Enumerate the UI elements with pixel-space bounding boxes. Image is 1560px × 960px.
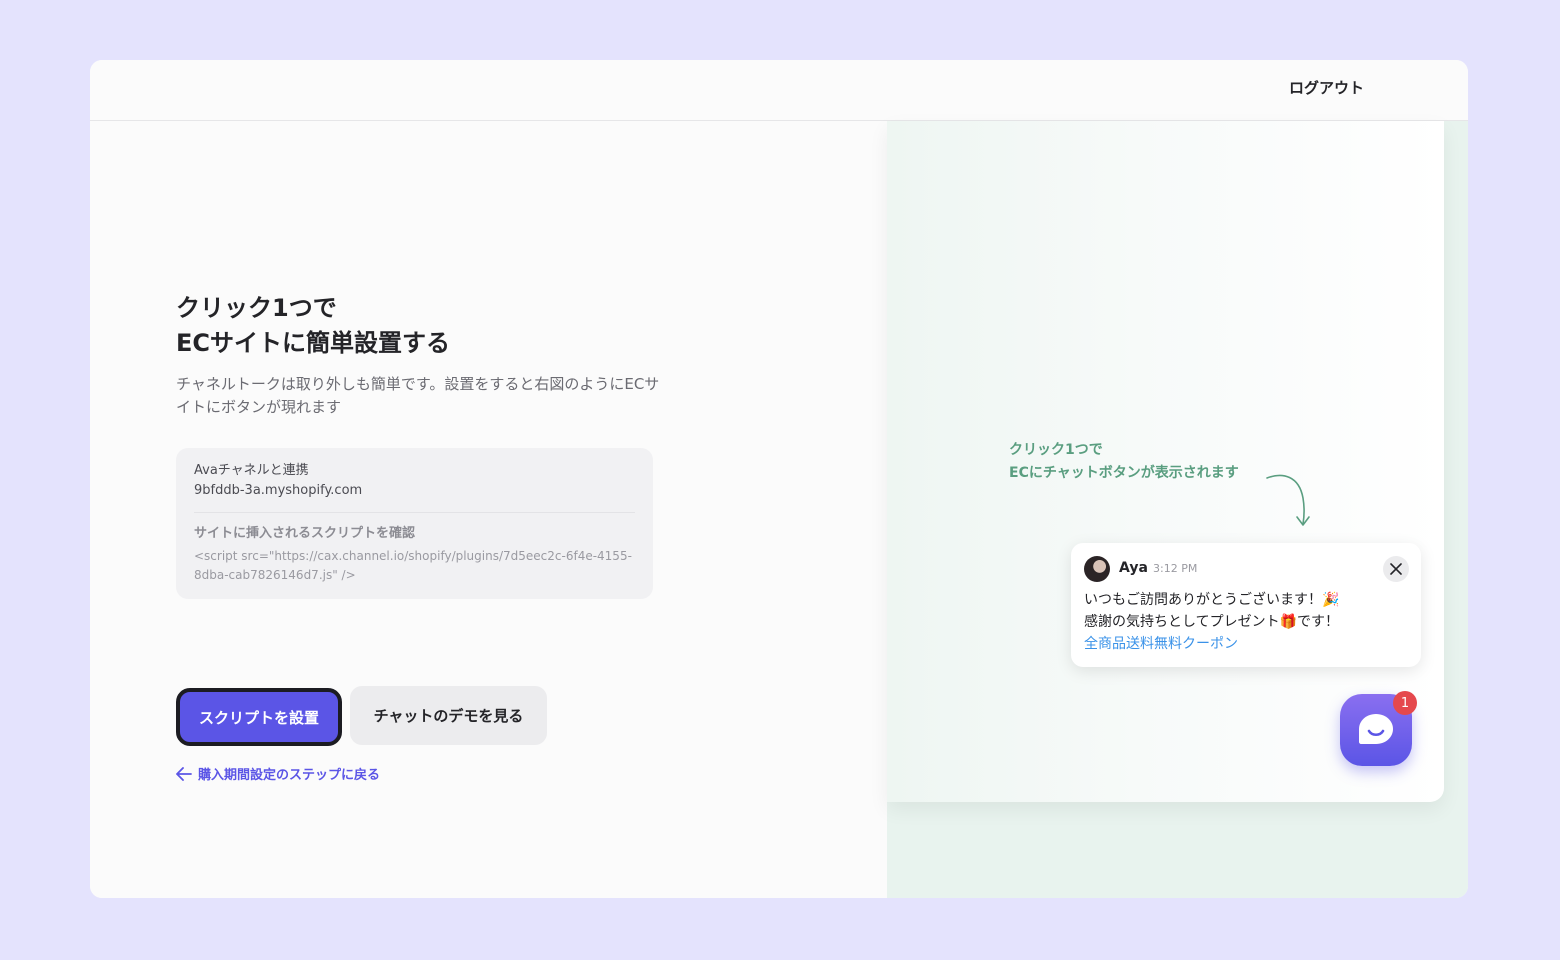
annotation-line-2: ECにチャットボタンが表示されます bbox=[1009, 465, 1239, 481]
view-chat-demo-button[interactable]: チャットのデモを見る bbox=[350, 686, 547, 745]
message-body: いつもご訪問ありがとうございます！🎉 感謝の気持ちとしてプレゼント🎁です！ 全商… bbox=[1084, 589, 1339, 655]
close-icon bbox=[1390, 563, 1402, 575]
logout-button[interactable]: ログアウト bbox=[1289, 77, 1364, 98]
script-label: サイトに挿入されるスクリプトを確認 bbox=[194, 526, 416, 541]
page-title: クリック1つで ECサイトに簡単設置する bbox=[176, 291, 450, 361]
back-link-label: 購入期間設定のステップに戻る bbox=[198, 768, 381, 783]
preview-annotation: クリック1つで ECにチャットボタンが表示されます bbox=[1009, 439, 1239, 485]
message-time: 3:12 PM bbox=[1153, 562, 1198, 575]
main-card: ログアウト クリック1つで ECサイトに簡単設置する チャネルトークは取り外しも… bbox=[90, 60, 1468, 898]
shop-domain: 9bfddb-3a.myshopify.com bbox=[194, 483, 363, 498]
unread-count-badge: 1 bbox=[1393, 691, 1417, 715]
setup-panel: クリック1つで ECサイトに簡単設置する チャネルトークは取り外しも簡単です。設… bbox=[90, 121, 887, 898]
page-description: チャネルトークは取り外しも簡単です。設置をすると右図のようにECサイトにボタンが… bbox=[176, 375, 660, 416]
chat-launcher-button[interactable]: 1 bbox=[1340, 691, 1417, 766]
annotation-line-1: クリック1つで bbox=[1009, 442, 1103, 458]
arrow-left-icon bbox=[176, 766, 192, 781]
install-script-button[interactable]: スクリプトを設置 bbox=[176, 688, 342, 746]
message-line-1: いつもご訪問ありがとうございます！🎉 bbox=[1084, 592, 1340, 608]
chat-message-popup[interactable]: Aya 3:12 PM いつもご訪問ありがとうございます！🎉 感謝の気持ちとして… bbox=[1071, 543, 1421, 667]
top-bar: ログアウト bbox=[90, 60, 1468, 121]
close-popup-button[interactable] bbox=[1383, 556, 1409, 582]
preview-panel: クリック1つで ECにチャットボタンが表示されます Aya 3:12 PM いつ… bbox=[887, 121, 1468, 898]
curved-arrow-icon bbox=[1266, 474, 1310, 526]
coupon-link[interactable]: 全商品送料無料クーポン bbox=[1084, 633, 1339, 655]
channel-info-row: Avaチャネルと連携 9bfddb-3a.myshopify.com bbox=[194, 448, 635, 513]
avatar bbox=[1084, 556, 1110, 582]
sender-name: Aya bbox=[1119, 560, 1148, 576]
title-line-2: ECサイトに簡単設置する bbox=[176, 329, 451, 357]
channel-label: Avaチャネルと連携 bbox=[194, 463, 309, 478]
script-snippet: <script src="https://cax.channel.io/shop… bbox=[194, 549, 632, 582]
script-info-row: サイトに挿入されるスクリプトを確認 <script src="https://c… bbox=[194, 513, 635, 585]
back-to-purchase-period-link[interactable]: 購入期間設定のステップに戻る bbox=[176, 764, 380, 783]
site-preview: クリック1つで ECにチャットボタンが表示されます Aya 3:12 PM いつ… bbox=[887, 121, 1444, 802]
title-line-1: クリック1つで bbox=[176, 294, 337, 322]
message-line-2: 感謝の気持ちとしてプレゼント🎁です！ bbox=[1084, 614, 1340, 630]
integration-info-box: Avaチャネルと連携 9bfddb-3a.myshopify.com サイトに挿… bbox=[176, 448, 653, 599]
chat-bubble-icon bbox=[1359, 714, 1393, 744]
